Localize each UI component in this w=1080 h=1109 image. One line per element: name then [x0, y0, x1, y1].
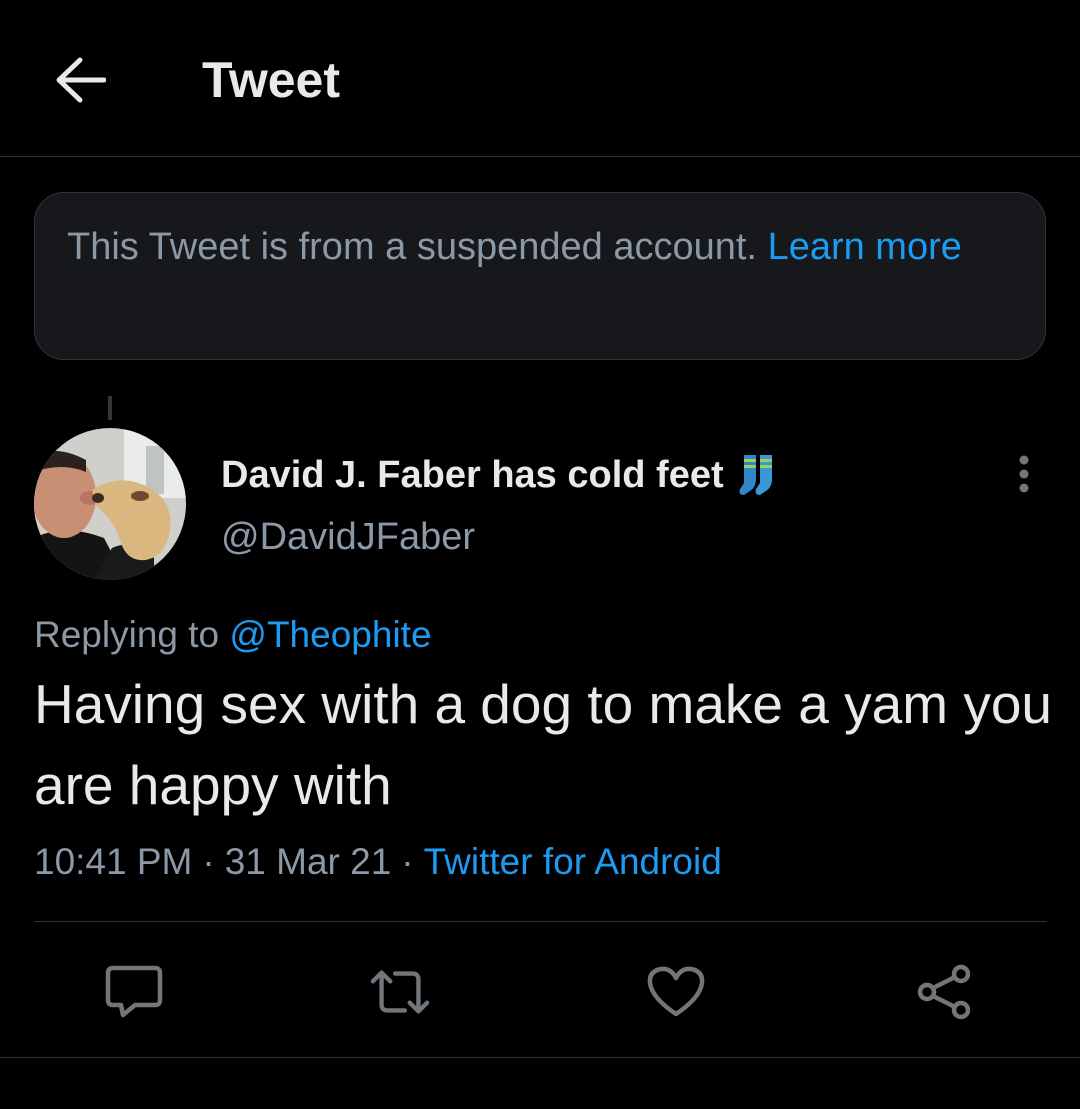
arrow-left-icon [56, 57, 106, 103]
retweet-button[interactable] [368, 960, 432, 1024]
replying-to-label: Replying to [34, 614, 220, 655]
author-name-text: David J. Faber has cold feet [221, 454, 724, 496]
meta-separator: · [401, 841, 414, 882]
socks-icon [738, 453, 778, 497]
top-bar: Tweet [0, 0, 1080, 157]
page-title: Tweet [202, 52, 340, 108]
notice-text: This Tweet is from a suspended account. [67, 226, 757, 268]
tweet-time[interactable]: 10:41 PM [34, 841, 192, 882]
avatar-photo [34, 428, 186, 580]
heart-icon [647, 966, 705, 1017]
replying-to-line: Replying to @Theophite [34, 612, 432, 658]
avatar[interactable] [34, 428, 186, 580]
learn-more-link[interactable]: Learn more [768, 226, 962, 268]
divider [34, 921, 1047, 922]
more-vertical-icon [1019, 455, 1029, 493]
reply-button[interactable] [102, 960, 166, 1024]
author-display-name[interactable]: David J. Faber has cold feet [221, 452, 778, 498]
suspended-account-notice: This Tweet is from a suspended account. … [34, 192, 1046, 360]
like-button[interactable] [644, 960, 708, 1024]
divider [0, 1057, 1080, 1058]
tweet-source-link[interactable]: Twitter for Android [424, 841, 722, 882]
retweet-icon [370, 970, 430, 1014]
tweet-date[interactable]: 31 Mar 21 [225, 841, 392, 882]
tweet-metadata: 10:41 PM · 31 Mar 21 · Twitter for Android [34, 838, 722, 886]
tweet-text: Having sex with a dog to make a yam you … [34, 673, 1053, 816]
meta-separator: · [202, 841, 215, 882]
author-handle[interactable]: @DavidJFaber [221, 514, 475, 560]
reply-icon [105, 965, 163, 1018]
share-icon [917, 964, 971, 1020]
share-button[interactable] [912, 960, 976, 1024]
replying-to-link[interactable]: @Theophite [229, 614, 431, 655]
thread-connector-line [108, 396, 112, 420]
more-options-button[interactable] [1000, 452, 1048, 496]
back-button[interactable] [50, 52, 110, 108]
